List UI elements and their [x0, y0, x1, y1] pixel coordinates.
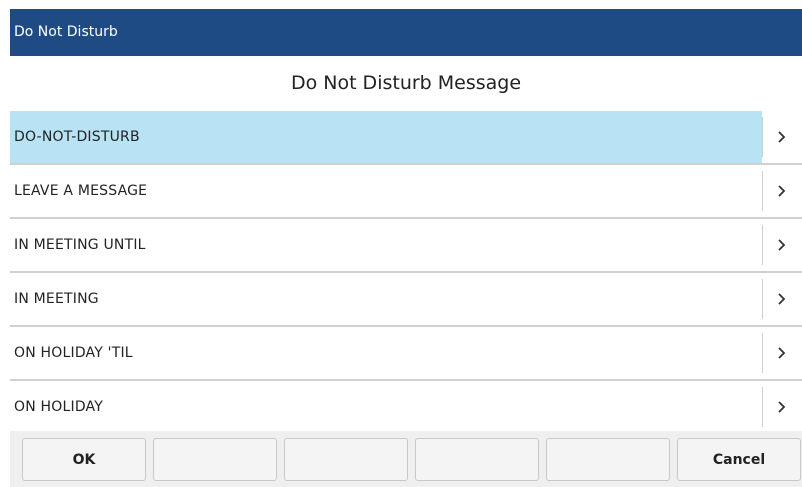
list-item-label: ON HOLIDAY 'TIL: [14, 345, 133, 361]
cancel-button[interactable]: Cancel: [677, 438, 801, 481]
softkey-5[interactable]: [546, 438, 670, 481]
softkey-2[interactable]: [153, 438, 277, 481]
list-item-on-holiday-til[interactable]: ON HOLIDAY 'TIL: [10, 327, 802, 381]
chevron-right-icon[interactable]: [762, 273, 802, 325]
list-item-on-holiday[interactable]: ON HOLIDAY: [10, 381, 802, 435]
list-item-label: IN MEETING: [14, 291, 99, 307]
softkey-3[interactable]: [284, 438, 408, 481]
ok-button[interactable]: OK: [22, 438, 146, 481]
chevron-right-icon[interactable]: [762, 165, 802, 217]
list-item-label: LEAVE A MESSAGE: [14, 183, 148, 199]
message-list: DO-NOT-DISTURB LEAVE A MESSAGE IN MEETIN…: [10, 111, 802, 435]
chevron-right-icon[interactable]: [762, 219, 802, 271]
title-bar: Do Not Disturb: [10, 9, 802, 56]
chevron-right-icon[interactable]: [762, 381, 802, 433]
list-item-do-not-disturb[interactable]: DO-NOT-DISTURB: [10, 111, 802, 165]
chevron-right-icon[interactable]: [762, 327, 802, 379]
list-item-label: IN MEETING UNTIL: [14, 237, 146, 253]
window-title: Do Not Disturb: [14, 24, 118, 40]
list-item-label: ON HOLIDAY: [14, 399, 103, 415]
softkey-4[interactable]: [415, 438, 539, 481]
list-item-label: DO-NOT-DISTURB: [10, 111, 762, 163]
chevron-right-icon[interactable]: [762, 111, 802, 163]
page-heading: Do Not Disturb Message: [290, 72, 522, 94]
list-item-in-meeting[interactable]: IN MEETING: [10, 273, 802, 327]
softkey-bar: OK Cancel: [10, 431, 802, 487]
list-item-leave-a-message[interactable]: LEAVE A MESSAGE: [10, 165, 802, 219]
list-item-in-meeting-until[interactable]: IN MEETING UNTIL: [10, 219, 802, 273]
